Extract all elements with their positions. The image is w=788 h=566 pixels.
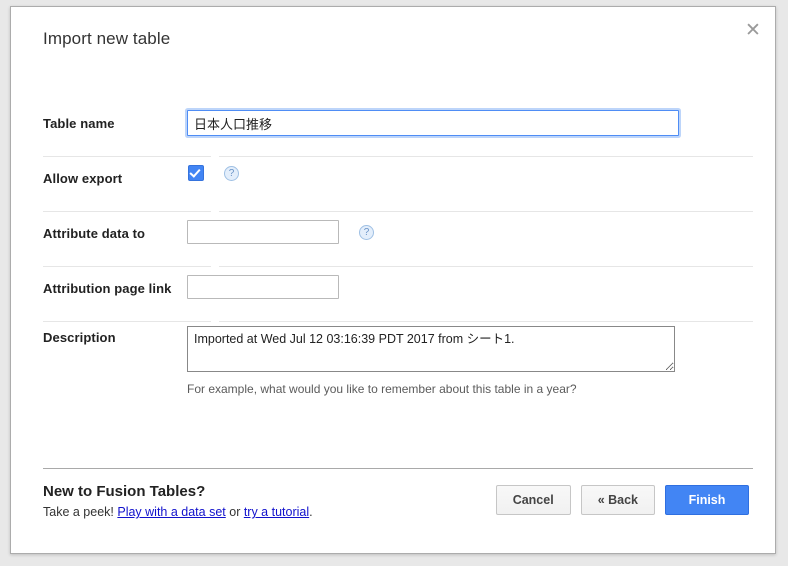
row-attribute-data-to: Attribute data to ? (11, 212, 775, 266)
back-button[interactable]: « Back (580, 485, 655, 515)
link-try-a-tutorial[interactable]: try a tutorial (244, 505, 309, 519)
row-allow-export: Allow export ? (11, 157, 775, 211)
field-attribution-page-link (187, 267, 775, 299)
row-description: Description Imported at Wed Jul 12 03:16… (11, 322, 775, 418)
label-allow-export: Allow export (43, 171, 123, 186)
attribute-data-to-input[interactable] (187, 220, 339, 244)
attribution-page-link-input[interactable] (187, 275, 339, 299)
import-form: Table name Allow export ? Attribute data… (11, 102, 775, 418)
label-table-name: Table name (43, 116, 115, 131)
footer-buttons: Cancel « Back Finish (495, 485, 749, 515)
help-icon-allow-export[interactable]: ? (224, 165, 239, 181)
import-new-table-dialog: ✕ Import new table Table name Allow expo… (10, 6, 776, 554)
promo-middle: or (225, 505, 244, 519)
link-play-with-a-data-set[interactable]: Play with a data set (117, 505, 225, 519)
footer-divider (43, 468, 753, 469)
row-table-name: Table name (11, 102, 775, 156)
promo-title: New to Fusion Tables? (43, 483, 206, 500)
row-attribution-page-link: Attribution page link (11, 267, 775, 321)
field-attribute-data-to: ? (187, 212, 775, 244)
label-attribution-page-link: Attribution page link (43, 281, 172, 296)
promo-block: New to Fusion Tables? Take a peek! Play … (43, 483, 313, 519)
field-allow-export: ? (187, 157, 775, 181)
promo-suffix: . (309, 505, 313, 519)
page-title: Import new table (43, 29, 171, 48)
help-icon-attribute-data-to[interactable]: ? (359, 224, 374, 240)
description-hint: For example, what would you like to reme… (187, 382, 577, 396)
promo-prefix: Take a peek! (43, 505, 118, 519)
label-description: Description (43, 330, 116, 345)
label-attribute-data-to: Attribute data to (43, 226, 146, 241)
table-name-input[interactable] (187, 110, 679, 136)
dialog-footer: New to Fusion Tables? Take a peek! Play … (11, 479, 775, 549)
field-table-name (187, 102, 775, 136)
close-icon[interactable]: ✕ (741, 19, 765, 43)
finish-button[interactable]: Finish (665, 485, 749, 515)
allow-export-checkbox[interactable] (188, 165, 204, 181)
field-description: Imported at Wed Jul 12 03:16:39 PDT 2017… (187, 322, 775, 396)
promo-text: Take a peek! Play with a data set or try… (43, 505, 313, 519)
cancel-button[interactable]: Cancel (495, 485, 571, 515)
description-textarea[interactable]: Imported at Wed Jul 12 03:16:39 PDT 2017… (187, 326, 675, 372)
